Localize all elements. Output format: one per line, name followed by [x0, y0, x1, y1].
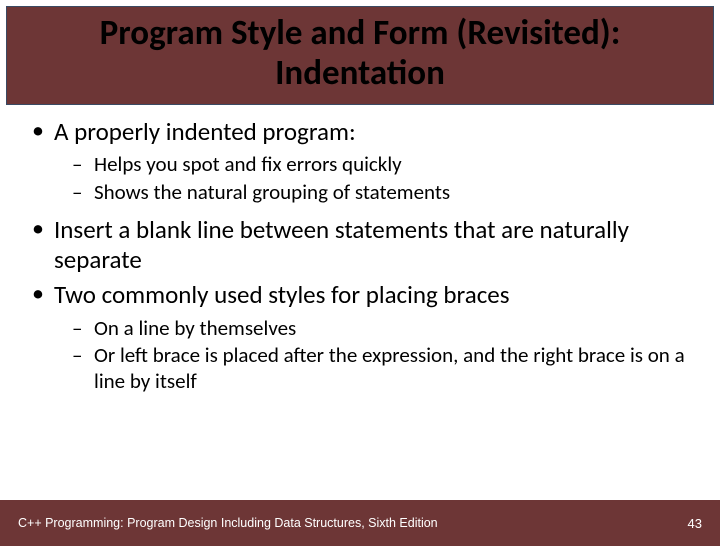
sub-bullet-item: Or left brace is placed after the expres… [72, 343, 692, 394]
bullet-item: A properly indented program: Helps you s… [28, 117, 692, 206]
sub-bullet-text: Shows the natural grouping of statements [94, 179, 450, 205]
sub-bullet-text: Helps you spot and fix errors quickly [94, 151, 402, 177]
sub-bullet-list: On a line by themselves Or left brace is… [72, 316, 692, 395]
footer-source: C++ Programming: Program Design Includin… [18, 516, 438, 530]
sub-bullet-item: Shows the natural grouping of statements [72, 180, 692, 206]
sub-bullet-item: On a line by themselves [72, 316, 692, 342]
bullet-item: Insert a blank line between statements t… [28, 215, 692, 274]
bullet-list: A properly indented program: Helps you s… [28, 117, 692, 395]
bullet-text: A properly indented program: [54, 116, 356, 147]
sub-bullet-text: Or left brace is placed after the expres… [94, 342, 685, 394]
bullet-text: Two commonly used styles for placing bra… [54, 279, 510, 310]
slide-title: Program Style and Form (Revisited): Inde… [17, 13, 703, 94]
title-bar: Program Style and Form (Revisited): Inde… [6, 6, 714, 105]
bullet-item: Two commonly used styles for placing bra… [28, 280, 692, 394]
sub-bullet-text: On a line by themselves [94, 315, 296, 341]
sub-bullet-item: Helps you spot and fix errors quickly [72, 152, 692, 178]
footer-page-number: 43 [688, 516, 702, 531]
sub-bullet-list: Helps you spot and fix errors quickly Sh… [72, 152, 692, 205]
footer-bar: C++ Programming: Program Design Includin… [0, 500, 720, 546]
bullet-text: Insert a blank line between statements t… [54, 214, 629, 275]
slide-content: A properly indented program: Helps you s… [0, 105, 720, 395]
